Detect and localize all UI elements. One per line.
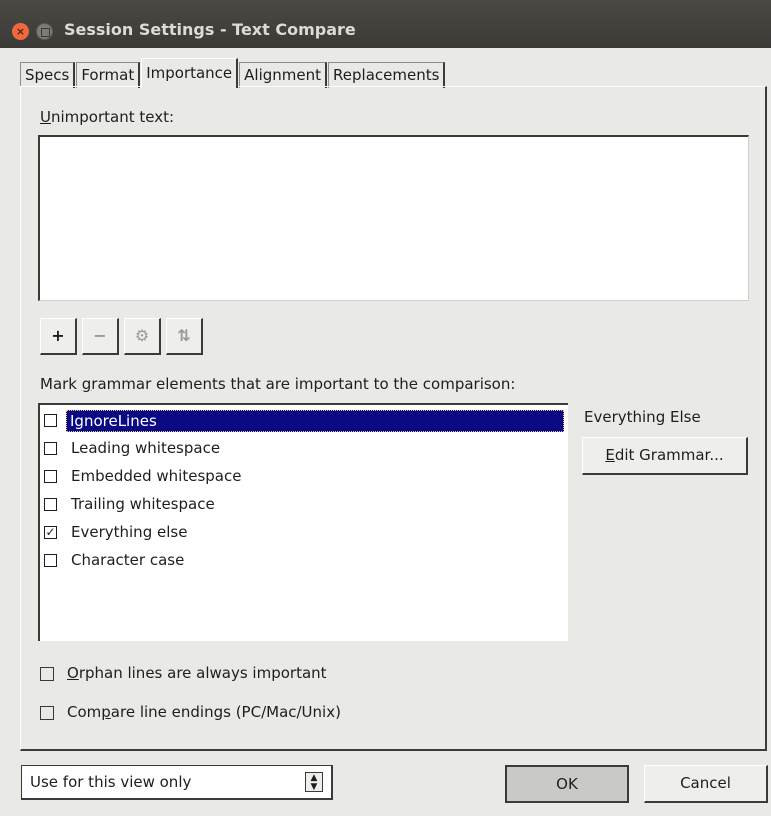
list-item[interactable]: Character case — [42, 549, 564, 573]
unimportant-text-label: Unimportant text: — [40, 108, 175, 126]
tab-alignment[interactable]: Alignment — [239, 62, 328, 88]
compare-line-endings-checkbox[interactable] — [40, 706, 54, 720]
grammar-elements-label: Mark grammar elements that are important… — [40, 375, 516, 393]
list-item-label: Leading whitespace — [71, 439, 221, 457]
list-item[interactable]: IgnoreLines — [42, 409, 564, 433]
checkbox[interactable] — [44, 414, 57, 427]
ok-button[interactable]: OK — [505, 765, 629, 803]
up-down-arrows-icon: ▲ ▼ — [305, 772, 323, 792]
close-window-icon[interactable]: × — [12, 23, 29, 40]
tab-importance[interactable]: Importance — [141, 58, 239, 88]
grammar-elements-list[interactable]: IgnoreLines Leading whitespace Embedded … — [38, 403, 568, 641]
minimize-window-icon[interactable] — [36, 23, 53, 40]
gear-icon: ⚙ — [134, 326, 150, 345]
list-item-label: Trailing whitespace — [71, 495, 215, 513]
sort-icon: ⇅ — [177, 326, 191, 345]
list-item-label: Everything else — [71, 523, 188, 541]
scope-select[interactable]: Use for this view only ▲ ▼ — [21, 765, 333, 800]
list-item[interactable]: Embedded whitespace — [42, 465, 564, 489]
checkbox[interactable] — [44, 554, 57, 567]
tab-strip: Specs Format Importance Alignment Replac… — [20, 58, 446, 88]
minus-icon: − — [93, 326, 107, 345]
selected-element-name: Everything Else — [584, 408, 701, 426]
tab-replacements[interactable]: Replacements — [328, 62, 446, 88]
edit-grammar-button[interactable]: Edit Grammar... — [582, 437, 748, 475]
remove-button[interactable]: − — [82, 318, 119, 355]
add-button[interactable]: + — [40, 318, 77, 355]
list-item[interactable]: Trailing whitespace — [42, 493, 564, 517]
checkbox[interactable] — [44, 470, 57, 483]
cancel-button[interactable]: Cancel — [644, 765, 768, 803]
unimportant-text-list[interactable] — [38, 135, 749, 301]
scope-select-value: Use for this view only — [30, 773, 192, 791]
checkbox[interactable] — [44, 442, 57, 455]
list-item-label: Character case — [71, 551, 185, 569]
list-item-label: IgnoreLines — [66, 410, 564, 432]
sort-button[interactable]: ⇅ — [166, 318, 203, 355]
settings-button[interactable]: ⚙ — [124, 318, 161, 355]
title-bar: × Session Settings - Text Compare — [0, 0, 771, 48]
list-item-label: Embedded whitespace — [71, 467, 242, 485]
tab-format[interactable]: Format — [76, 62, 141, 88]
list-item[interactable]: Leading whitespace — [42, 437, 564, 461]
checkbox[interactable] — [44, 498, 57, 511]
orphan-lines-label: Orphan lines are always important — [67, 664, 327, 682]
window-title: Session Settings - Text Compare — [64, 20, 356, 39]
orphan-lines-checkbox[interactable] — [40, 667, 54, 681]
plus-icon: + — [51, 326, 65, 345]
list-item[interactable]: ✓ Everything else — [42, 521, 564, 545]
tab-specs[interactable]: Specs — [20, 62, 76, 88]
compare-line-endings-label: Compare line endings (PC/Mac/Unix) — [67, 703, 341, 721]
checkbox[interactable]: ✓ — [44, 526, 57, 539]
